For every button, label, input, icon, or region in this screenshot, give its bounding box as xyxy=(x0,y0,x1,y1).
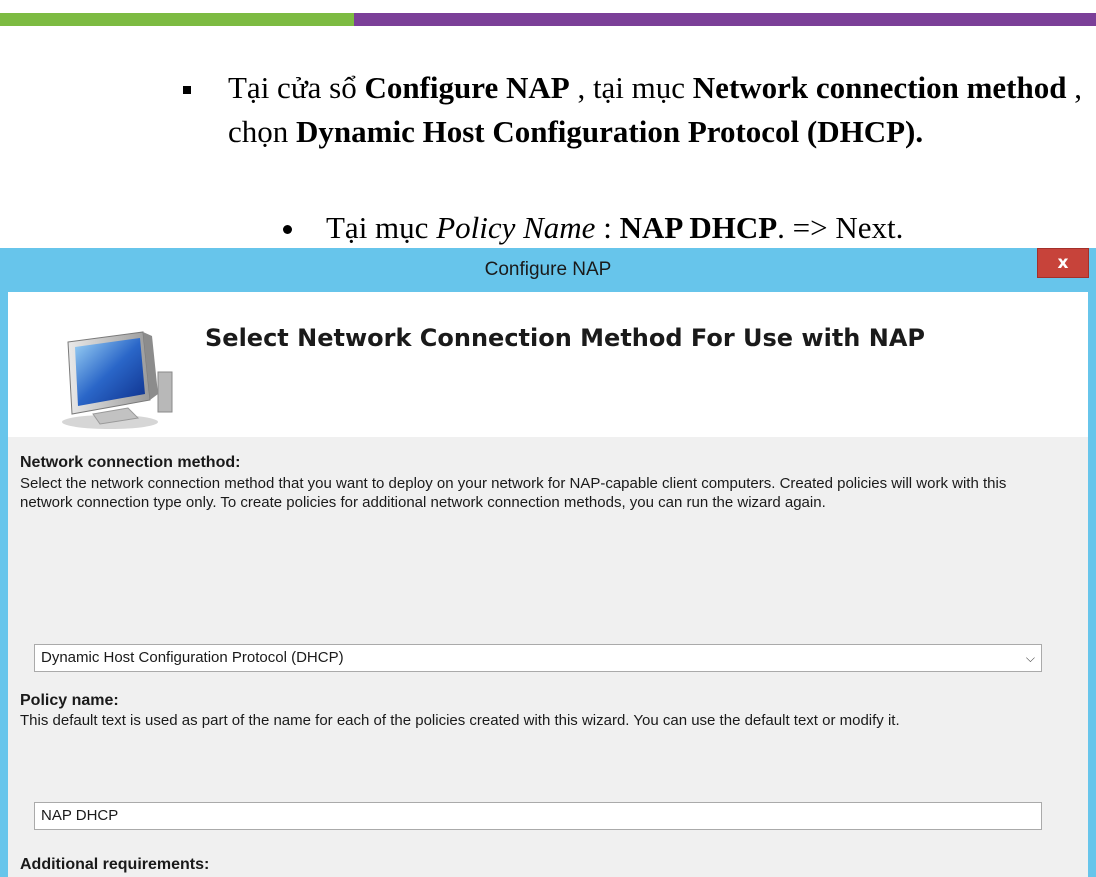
additional-requirements-label: Additional requirements: xyxy=(20,856,210,873)
wizard-body: Network connection method: Select the ne… xyxy=(8,437,1088,877)
instruction-option-name: Dynamic Host Configuration Protocol (DHC… xyxy=(296,114,924,149)
top-accent-bar xyxy=(0,13,1096,26)
instruction-text: , tại mục xyxy=(569,70,693,105)
policy-name-value: NAP DHCP xyxy=(41,807,119,824)
wizard-header: Select Network Connection Method For Use… xyxy=(8,292,1088,437)
policy-name-description: This default text is used as part of the… xyxy=(20,712,900,729)
instruction-text: : xyxy=(595,210,620,245)
square-bullet-icon xyxy=(183,86,191,94)
network-method-select[interactable]: Dynamic Host Configuration Protocol (DHC… xyxy=(34,644,1042,672)
instruction-text: Tại mục xyxy=(326,210,437,245)
network-method-value: Dynamic Host Configuration Protocol (DHC… xyxy=(41,649,344,666)
close-button[interactable]: x xyxy=(1037,248,1089,278)
instruction-field-name: Policy Name xyxy=(436,210,596,245)
instruction-window-name: Configure NAP xyxy=(364,70,570,105)
round-bullet-icon xyxy=(283,225,292,234)
wizard-heading: Select Network Connection Method For Use… xyxy=(205,324,925,352)
network-method-description: Select the network connection method tha… xyxy=(20,475,1007,511)
network-method-label: Network connection method: xyxy=(20,454,241,471)
configure-nap-dialog: Configure NAP x Select Network Connectio… xyxy=(0,248,1096,877)
monitor-icon xyxy=(62,331,173,429)
dialog-titlebar[interactable]: Configure NAP x xyxy=(0,248,1096,292)
accent-bar-green xyxy=(0,13,354,26)
policy-name-label: Policy name: xyxy=(20,692,119,709)
instruction-field-value: NAP DHCP xyxy=(619,210,778,245)
accent-bar-purple xyxy=(354,13,1096,26)
instruction-line-1: Tại cửa sổ Configure NAP , tại mục Netwo… xyxy=(228,66,1088,154)
instruction-text: . => Next. xyxy=(777,210,904,245)
instruction-line-2: Tại mục Policy Name : NAP DHCP. => Next. xyxy=(326,208,1086,248)
instruction-section-name: Network connection method xyxy=(692,70,1067,105)
policy-name-input[interactable]: NAP DHCP xyxy=(34,802,1042,830)
instruction-text: Tại cửa sổ xyxy=(228,70,365,105)
chevron-down-icon[interactable]: ⌵ xyxy=(1026,645,1035,671)
dialog-title: Configure NAP xyxy=(484,259,612,280)
